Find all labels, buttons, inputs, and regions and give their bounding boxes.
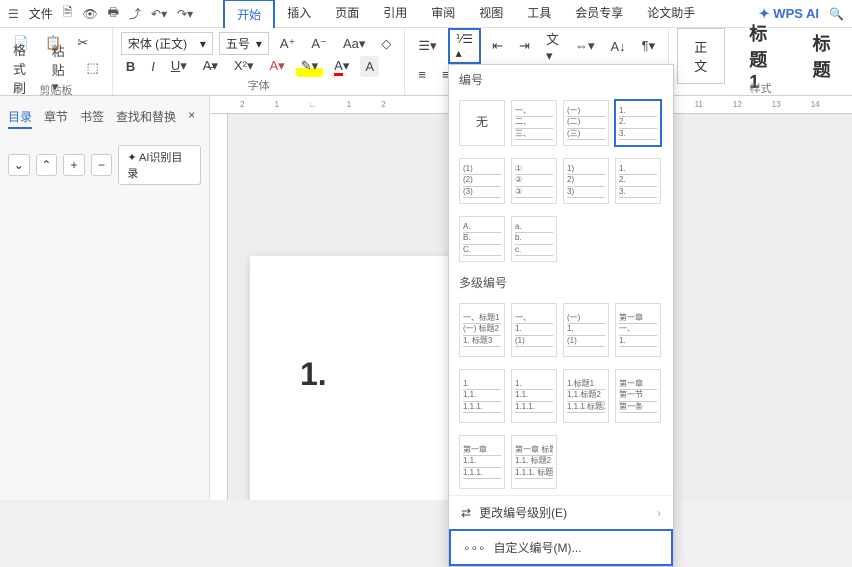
file-menu[interactable]: 文件 <box>29 5 53 22</box>
font-name-select[interactable]: 宋体 (正文)▾ <box>121 32 213 55</box>
bullet-list-button[interactable]: ☰▾ <box>413 35 441 57</box>
ribbon: 📄 📋 ✂ 格式刷 粘贴▾ ⬚ 剪贴板 宋体 (正文)▾ 五号▾ A⁺ A⁻ A… <box>0 28 852 96</box>
clipboard-group: 📄 📋 ✂ 格式刷 粘贴▾ ⬚ 剪贴板 <box>0 28 113 95</box>
font-size-select[interactable]: 五号▾ <box>219 32 269 55</box>
clear-format-icon[interactable]: ◇ <box>376 33 396 55</box>
numbering-decimal[interactable]: 1.2.3. <box>615 100 661 146</box>
export-icon[interactable]: ⤴ <box>129 5 141 22</box>
save-icon[interactable]: 🗎 <box>63 3 73 24</box>
italic-button[interactable]: I <box>146 56 160 77</box>
style-group: 正文 标题 1 标题 样式 <box>669 28 852 95</box>
align-distribute-button[interactable]: ⇔▾ <box>570 35 600 57</box>
hamburger-icon[interactable]: ☰ <box>8 7 19 21</box>
sidebar-tab-chapter[interactable]: 章节 <box>44 108 68 129</box>
remove-button[interactable]: − <box>91 154 113 176</box>
increase-font-icon[interactable]: A⁺ <box>275 33 301 55</box>
change-level-menu[interactable]: ⇄ 更改编号级别(E) › <box>449 496 673 529</box>
multilevel-6[interactable]: 1.1.1.1.1.1. <box>511 369 557 423</box>
numbering-decimal-wide[interactable]: 1.2.3. <box>615 158 661 204</box>
multilevel-7[interactable]: 1.标题11.1.标题21.1.1.标题3 <box>563 369 609 423</box>
style-body[interactable]: 正文 <box>677 28 725 84</box>
sidebar-tab-toc[interactable]: 目录 <box>8 108 32 129</box>
tab-start[interactable]: 开始 <box>223 0 275 28</box>
numbering-lower-alpha[interactable]: a.b.c. <box>511 216 557 262</box>
search-icon[interactable]: 🔍 <box>829 7 844 21</box>
tab-member[interactable]: 会员专享 <box>563 0 635 28</box>
sidebar-tab-find[interactable]: 查找和替换 <box>116 108 176 129</box>
print-icon[interactable]: 🖶 <box>108 3 119 24</box>
char-shading-button[interactable]: A <box>360 56 379 77</box>
numbering-circled[interactable]: ①②③ <box>511 158 557 204</box>
numbering-none[interactable]: 无 <box>459 100 505 146</box>
numbering-chinese[interactable]: 一、二、三、 <box>511 100 557 146</box>
numbering-section-title: 编号 <box>449 65 673 94</box>
numbering-paren[interactable]: (1)(2)(3) <box>459 158 505 204</box>
print-preview-icon[interactable]: 👁 <box>82 7 97 21</box>
font-group: 宋体 (正文)▾ 五号▾ A⁺ A⁻ Aa▾ ◇ B I U▾ A̶▾ X²▾ … <box>113 28 406 95</box>
sort-button[interactable]: A↓ <box>606 36 631 57</box>
multilevel-1[interactable]: 一、标题1(一) 标题21. 标题3 <box>459 303 505 357</box>
chevron-right-icon: › <box>657 506 661 520</box>
multilevel-9[interactable]: 第一章1.1.1.1.1. <box>459 435 505 489</box>
tab-page[interactable]: 页面 <box>323 0 371 28</box>
tab-insert[interactable]: 插入 <box>275 0 323 28</box>
custom-numbering-menu[interactable]: ∘∘∘ 自定义编号(M)... <box>449 529 673 566</box>
collapse-button[interactable]: ⌃ <box>36 154 58 176</box>
numbering-upper-alpha[interactable]: A.B.C. <box>459 216 505 262</box>
decrease-font-icon[interactable]: A⁻ <box>306 33 332 55</box>
vertical-ruler[interactable] <box>210 114 228 500</box>
numbering-dropdown: 编号 无 一、二、三、 (一)(二)(三) 1.2.3. (1)(2)(3) ①… <box>448 64 674 567</box>
font-label: 字体 <box>121 77 397 95</box>
add-button[interactable]: + <box>63 154 85 176</box>
clipboard-launcher-icon[interactable]: ⬚ <box>82 57 104 79</box>
text-effect-button[interactable]: A▾ <box>265 55 290 77</box>
multilevel-3[interactable]: (一)1.(1) <box>563 303 609 357</box>
indent-button[interactable]: ⇥ <box>514 35 535 57</box>
multilevel-5[interactable]: 1.1.1.1.1.1. <box>459 369 505 423</box>
tab-thesis[interactable]: 论文助手 <box>635 0 707 28</box>
top-menu-bar: ☰ 文件 🗎 👁 🖶 ⤴ ↶▾ ↷▾ 开始 插入 页面 引用 审阅 视图 工具 … <box>0 0 852 28</box>
strikethrough-button[interactable]: A̶▾ <box>198 55 223 77</box>
multilevel-4[interactable]: 第一章一、1. <box>615 303 661 357</box>
change-case-icon[interactable]: Aa▾ <box>338 33 370 55</box>
more-icon: ∘∘∘ <box>463 541 486 555</box>
show-marks-button[interactable]: ¶▾ <box>637 35 661 57</box>
underline-button[interactable]: U▾ <box>166 55 192 77</box>
level-icon: ⇄ <box>461 506 471 520</box>
sidebar-tab-bookmark[interactable]: 书签 <box>80 108 104 129</box>
navigation-sidebar: 目录 章节 书签 查找和替换 × ⌄ ⌃ + − ✦ AI识别目录 <box>0 96 210 500</box>
undo-icon[interactable]: ↶▾ <box>151 7 167 21</box>
expand-button[interactable]: ⌄ <box>8 154 30 176</box>
tab-view[interactable]: 视图 <box>467 0 515 28</box>
tab-reference[interactable]: 引用 <box>371 0 419 28</box>
highlight-button[interactable]: ✎▾ <box>296 55 323 77</box>
align-left-button[interactable]: ≡ <box>413 64 431 85</box>
outdent-button[interactable]: ⇤ <box>487 35 508 57</box>
superscript-button[interactable]: X²▾ <box>229 55 259 77</box>
multilevel-section-title: 多级编号 <box>449 268 673 297</box>
ai-toc-button[interactable]: ✦ AI识别目录 <box>118 145 201 185</box>
sidebar-close-icon[interactable]: × <box>188 108 195 129</box>
redo-icon[interactable]: ↷▾ <box>177 7 193 21</box>
multilevel-10[interactable]: 第一章 标题1.1. 标题21.1.1. 标题3 <box>511 435 557 489</box>
multilevel-2[interactable]: 一、1.(1) <box>511 303 557 357</box>
numbering-chinese-paren[interactable]: (一)(二)(三) <box>563 100 609 146</box>
ribbon-tabs: 开始 插入 页面 引用 审阅 视图 工具 会员专享 论文助手 <box>223 0 707 28</box>
bold-button[interactable]: B <box>121 56 140 77</box>
multilevel-8[interactable]: 第一章第一节第一条 <box>615 369 661 423</box>
numbering-right-paren[interactable]: 1)2)3) <box>563 158 609 204</box>
workspace: 目录 章节 书签 查找和替换 × ⌄ ⌃ + − ✦ AI识别目录 21∟12 … <box>0 96 852 500</box>
tab-tools[interactable]: 工具 <box>515 0 563 28</box>
tab-review[interactable]: 审阅 <box>419 0 467 28</box>
font-color-button[interactable]: A▾ <box>329 55 354 77</box>
numbered-list-button[interactable]: ⅟☰ ▴ <box>448 28 482 64</box>
